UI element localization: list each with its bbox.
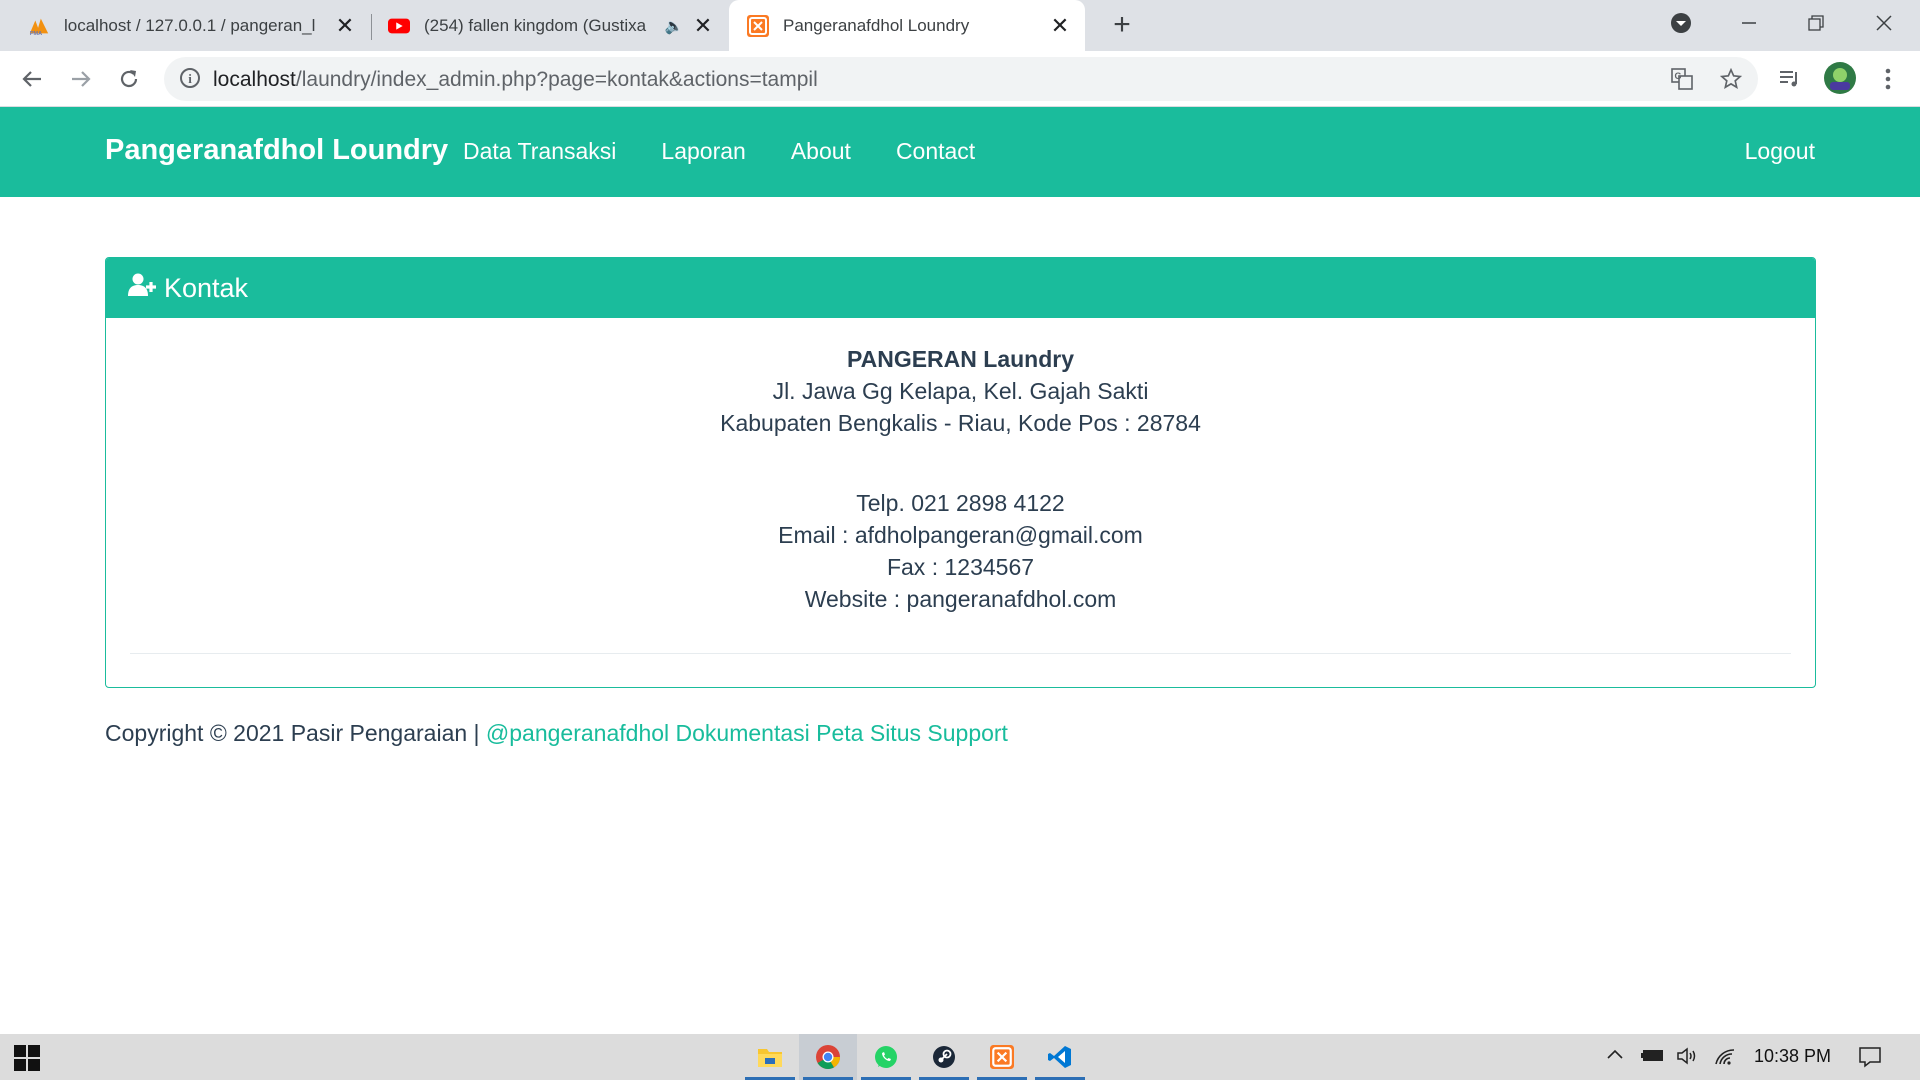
panel-heading: Kontak: [106, 258, 1815, 318]
minimize-icon[interactable]: [1729, 8, 1769, 38]
tab-title: (254) fallen kingdom (Gustixa: [424, 15, 647, 35]
close-tab-icon[interactable]: ✕: [334, 13, 356, 38]
logout-link[interactable]: Logout: [1745, 138, 1815, 165]
nav-contact[interactable]: Contact: [896, 138, 975, 165]
whatsapp-icon[interactable]: [857, 1034, 915, 1080]
browser-tab-strip: PMA localhost / 127.0.0.1 / pangeran_l ✕…: [0, 0, 1920, 51]
address-line-1: Jl. Jawa Gg Kelapa, Kel. Gajah Sakti: [772, 378, 1149, 404]
panel-body: PANGERAN Laundry Jl. Jawa Gg Kelapa, Kel…: [106, 343, 1815, 654]
phpmyadmin-icon: PMA: [28, 15, 50, 37]
nav-about[interactable]: About: [791, 138, 851, 165]
footer: Copyright © 2021 Pasir Pengaraian | @pan…: [105, 720, 1008, 747]
site-info-icon[interactable]: i: [180, 68, 200, 88]
browser-toolbar: i localhost/laundry/index_admin.php?page…: [0, 51, 1920, 107]
xampp-icon: [747, 14, 769, 37]
kontak-panel: Kontak PANGERAN Laundry Jl. Jawa Gg Kela…: [105, 257, 1816, 688]
tab-search-icon[interactable]: [1661, 8, 1701, 38]
svg-text:PMA: PMA: [30, 31, 42, 36]
forward-icon[interactable]: [64, 62, 98, 96]
tab-title: Pangeranafdhol Loundry: [783, 15, 970, 35]
company-name: PANGERAN Laundry: [846, 346, 1075, 372]
wifi-icon[interactable]: [1714, 1046, 1736, 1072]
tab-title: localhost / 127.0.0.1 / pangeran_l: [64, 15, 316, 35]
address-bar[interactable]: i localhost/laundry/index_admin.php?page…: [164, 57, 1758, 101]
youtube-icon: [388, 15, 410, 37]
vscode-icon[interactable]: [1031, 1034, 1089, 1080]
media-queue-icon[interactable]: [1776, 65, 1804, 93]
website-text: Website : pangeranafdhol.com: [804, 586, 1117, 612]
footer-link-pangeranafdhol[interactable]: @pangeranafdhol: [486, 720, 669, 746]
close-tab-icon[interactable]: ✕: [1049, 13, 1071, 38]
email-text: Email : afdholpangeran@gmail.com: [778, 522, 1143, 548]
avatar[interactable]: [1823, 61, 1857, 95]
chrome-icon[interactable]: [799, 1034, 857, 1080]
chevron-up-icon[interactable]: [1606, 1046, 1624, 1070]
footer-link-support[interactable]: Support: [927, 720, 1008, 746]
close-window-icon[interactable]: [1864, 8, 1904, 38]
restore-icon[interactable]: [1796, 8, 1836, 38]
xampp-icon[interactable]: [973, 1034, 1031, 1080]
brand-link[interactable]: Pangeranafdhol Loundry: [105, 134, 448, 167]
copyright-text: Copyright © 2021 Pasir Pengaraian |: [105, 720, 486, 746]
url-text[interactable]: localhost/laundry/index_admin.php?page=k…: [213, 68, 818, 92]
close-tab-icon[interactable]: ✕: [692, 13, 714, 38]
user-plus-icon: [128, 273, 158, 304]
reload-icon[interactable]: [112, 62, 146, 96]
file-explorer-icon[interactable]: [741, 1034, 799, 1080]
battery-icon[interactable]: [1640, 1046, 1666, 1070]
url-host: localhost: [213, 68, 296, 91]
taskbar-clock[interactable]: 10:38 PM: [1754, 1046, 1831, 1067]
audio-playing-icon[interactable]: 🔈: [664, 15, 684, 37]
notification-icon[interactable]: [1858, 1046, 1882, 1074]
nav-links: Data Transaksi Laporan About Contact: [463, 138, 975, 165]
divider: [130, 653, 1791, 654]
tab-pangeranafdhol[interactable]: Pangeranafdhol Loundry ✕: [729, 0, 1085, 51]
back-icon[interactable]: [15, 62, 49, 96]
windows-taskbar: 10:38 PM: [0, 1034, 1920, 1080]
new-tab-button[interactable]: +: [1108, 10, 1136, 40]
translate-icon[interactable]: G: [1668, 65, 1696, 93]
svg-text:G: G: [1675, 71, 1682, 81]
tab-phpmyadmin[interactable]: PMA localhost / 127.0.0.1 / pangeran_l ✕: [0, 0, 370, 51]
footer-link-peta-situs[interactable]: Peta Situs: [816, 720, 921, 746]
footer-link-dokumentasi[interactable]: Dokumentasi: [676, 720, 810, 746]
site-navbar: Pangeranafdhol Loundry Data Transaksi La…: [0, 107, 1920, 197]
volume-icon[interactable]: [1676, 1046, 1700, 1072]
bookmark-star-icon[interactable]: [1717, 65, 1745, 93]
steam-icon[interactable]: [915, 1034, 973, 1080]
tab-youtube[interactable]: (254) fallen kingdom (Gustixa 🔈 ✕: [372, 0, 728, 51]
windows-start-icon[interactable]: [14, 1045, 40, 1071]
url-path: /laundry/index_admin.php?page=kontak&act…: [295, 68, 818, 91]
nav-data-transaksi[interactable]: Data Transaksi: [463, 138, 616, 165]
nav-laporan[interactable]: Laporan: [661, 138, 745, 165]
menu-dots-icon[interactable]: [1874, 65, 1902, 93]
address-line-2: Kabupaten Bengkalis - Riau, Kode Pos : 2…: [720, 410, 1201, 436]
panel-title: Kontak: [164, 272, 249, 303]
fax-text: Fax : 1234567: [886, 554, 1035, 580]
phone-text: Telp. 021 2898 4122: [856, 490, 1065, 516]
